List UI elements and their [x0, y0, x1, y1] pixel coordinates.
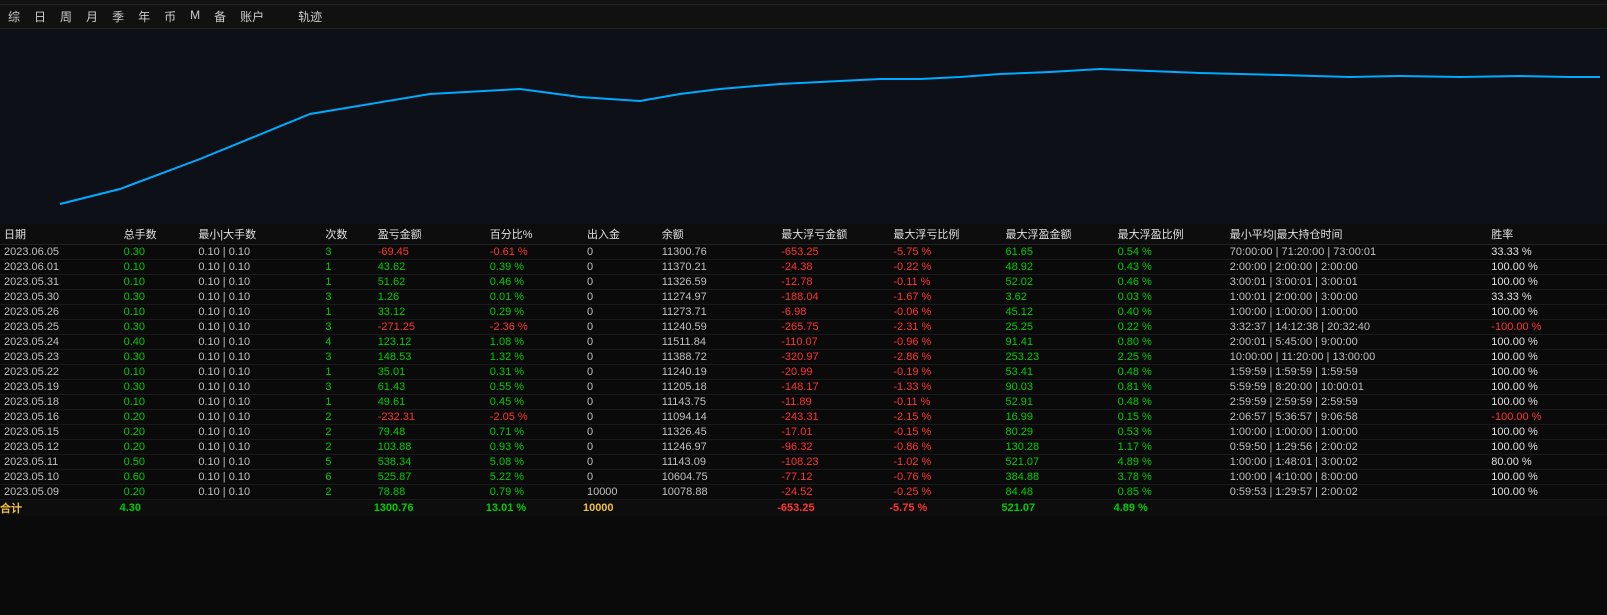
- table-row: 2023.05.240.400.10 | 0.104123.121.08 %01…: [0, 335, 1607, 350]
- table-row: 2023.05.250.300.10 | 0.103-271.25-2.36 %…: [0, 320, 1607, 335]
- table-row: 2023.06.050.300.10 | 0.103-69.45-0.61 %0…: [0, 245, 1607, 260]
- table-row: 2023.06.010.100.10 | 0.10143.620.39 %011…: [0, 260, 1607, 275]
- col-header-maxlosspct: 最大浮亏比例: [889, 224, 1001, 245]
- table-row: 2023.05.100.600.10 | 0.106525.875.22 %01…: [0, 470, 1607, 485]
- footer-count: [321, 500, 373, 517]
- nav-bei[interactable]: 备: [214, 8, 226, 25]
- table-container: 日期 总手数 最小|大手数 次数 盈亏金额 百分比% 出入金 余额 最大浮亏金额…: [0, 224, 1607, 516]
- nav-zong[interactable]: 综: [8, 8, 20, 25]
- footer-maxprofitpct: 4.89 %: [1114, 500, 1226, 517]
- nav-zhou[interactable]: 周: [60, 8, 72, 25]
- table-row: 2023.05.160.200.10 | 0.102-232.31-2.05 %…: [0, 410, 1607, 425]
- nav-ji[interactable]: 季: [112, 8, 124, 25]
- col-header-minmax: 最小|大手数: [194, 224, 321, 245]
- table-row: 2023.05.300.300.10 | 0.1031.260.01 %0112…: [0, 290, 1607, 305]
- table-row: 2023.05.190.300.10 | 0.10361.430.55 %011…: [0, 380, 1607, 395]
- nav-m[interactable]: M: [190, 8, 200, 25]
- col-header-count: 次数: [321, 224, 373, 245]
- footer-balance: [658, 500, 778, 517]
- table-row: 2023.05.310.100.10 | 0.10151.620.46 %011…: [0, 275, 1607, 290]
- table-row: 2023.05.230.300.10 | 0.103148.531.32 %01…: [0, 350, 1607, 365]
- footer-label: 合计: [0, 500, 120, 517]
- nav-ri[interactable]: 日: [34, 8, 46, 25]
- nav-nian[interactable]: 年: [138, 8, 150, 25]
- table-row: 2023.05.220.100.10 | 0.10135.010.31 %011…: [0, 365, 1607, 380]
- col-header-avgtime: 最小平均|最大持仓时间: [1226, 224, 1488, 245]
- col-header-total: 总手数: [120, 224, 195, 245]
- footer-maxprofit: 521.07: [1001, 500, 1113, 517]
- nav-bi[interactable]: 币: [164, 8, 176, 25]
- table-footer-row: 合计 4.30 1300.76 13.01 % 10000 -653.25 -5…: [0, 500, 1607, 517]
- col-header-date: 日期: [0, 224, 120, 245]
- footer-inout: 10000: [583, 500, 658, 517]
- table-row: 2023.05.150.200.10 | 0.10279.480.71 %011…: [0, 425, 1607, 440]
- footer-avgtime: [1226, 500, 1488, 517]
- footer-pct: 13.01 %: [486, 500, 583, 517]
- col-header-maxprofit: 最大浮盈金额: [1001, 224, 1113, 245]
- footer-pnl: 1300.76: [374, 500, 486, 517]
- footer-maxlosspct: -5.75 %: [889, 500, 1001, 517]
- col-header-pct: 百分比%: [486, 224, 583, 245]
- table-row: 2023.05.180.100.10 | 0.10149.610.45 %011…: [0, 395, 1607, 410]
- footer-total: 4.30: [120, 500, 195, 517]
- col-header-maxprofitpct: 最大浮盈比例: [1114, 224, 1226, 245]
- col-header-winrate: 胜率: [1487, 224, 1607, 245]
- table-row: 2023.05.260.100.10 | 0.10133.120.29 %011…: [0, 305, 1607, 320]
- footer-maxloss: -653.25: [777, 500, 889, 517]
- footer-minmax: [194, 500, 321, 517]
- col-header-inout: 出入金: [583, 224, 658, 245]
- nav-bar: 综 日 周 月 季 年 币 M 备 账户 轨迹: [0, 5, 1607, 29]
- col-header-maxloss: 最大浮亏金额: [777, 224, 889, 245]
- table-row: 2023.05.110.500.10 | 0.105538.345.08 %01…: [0, 455, 1607, 470]
- table-header-row: 日期 总手数 最小|大手数 次数 盈亏金额 百分比% 出入金 余额 最大浮亏金额…: [0, 224, 1607, 245]
- table-row: 2023.05.120.200.10 | 0.102103.880.93 %01…: [0, 440, 1607, 455]
- col-header-balance: 余额: [658, 224, 778, 245]
- col-header-pnl: 盈亏金额: [374, 224, 486, 245]
- nav-track[interactable]: 轨迹: [298, 8, 322, 25]
- footer-winrate: [1487, 500, 1607, 517]
- nav-account[interactable]: 账户: [240, 8, 264, 25]
- nav-yue[interactable]: 月: [86, 8, 98, 25]
- chart-area: [0, 29, 1607, 224]
- table-row: 2023.05.090.200.10 | 0.10278.880.79 %100…: [0, 485, 1607, 500]
